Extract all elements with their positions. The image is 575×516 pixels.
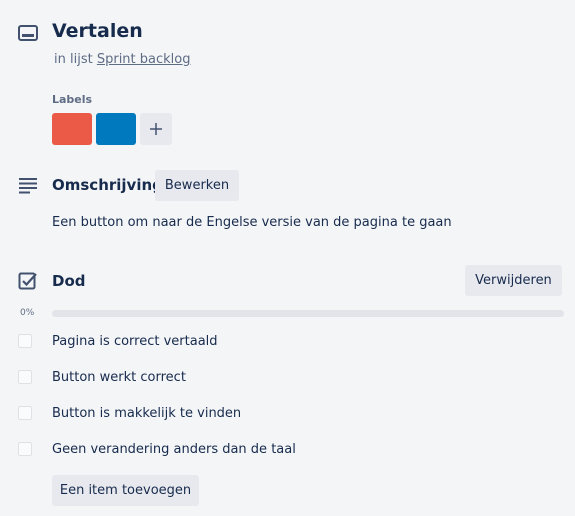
add-item-button[interactable]: Een item toevoegen [52, 475, 199, 506]
item-label[interactable]: Pagina is correct vertaald [52, 334, 218, 349]
checklist-title[interactable]: Dod [52, 272, 86, 290]
edit-description-button[interactable]: Bewerken [155, 170, 239, 201]
in-list-prefix: in lijst [54, 52, 93, 67]
add-label-button[interactable] [140, 113, 172, 145]
list-link[interactable]: Sprint backlog [97, 52, 191, 67]
labels-heading: Labels [52, 93, 93, 106]
checklist-item[interactable]: Button werkt correct [18, 366, 548, 388]
item-checkbox[interactable] [18, 334, 32, 348]
label-chip-red[interactable] [52, 113, 92, 145]
card-title[interactable]: Vertalen [52, 20, 143, 42]
delete-checklist-button[interactable]: Verwijderen [465, 265, 562, 296]
card-icon [18, 24, 38, 42]
progress-percent: 0% [20, 308, 35, 318]
item-checkbox[interactable] [18, 406, 32, 420]
label-chip-blue[interactable] [96, 113, 136, 145]
checklist-item[interactable]: Pagina is correct vertaald [18, 330, 548, 352]
list-reference: in lijst Sprint backlog [54, 52, 190, 67]
progress-bar [52, 310, 564, 317]
item-checkbox[interactable] [18, 442, 32, 456]
plus-icon [150, 123, 162, 135]
item-label[interactable]: Geen verandering anders dan de taal [52, 442, 296, 457]
checklist-item[interactable]: Button is makkelijk te vinden [18, 402, 548, 424]
item-label[interactable]: Button is makkelijk te vinden [52, 406, 241, 421]
description-text[interactable]: Een button om naar de Engelse versie van… [52, 215, 452, 230]
item-checkbox[interactable] [18, 370, 32, 384]
item-label[interactable]: Button werkt correct [52, 370, 186, 385]
description-title: Omschrijving [52, 176, 163, 194]
description-lines-icon [18, 175, 38, 195]
checklist-item[interactable]: Geen verandering anders dan de taal [18, 438, 548, 460]
checklist-icon [18, 271, 38, 291]
